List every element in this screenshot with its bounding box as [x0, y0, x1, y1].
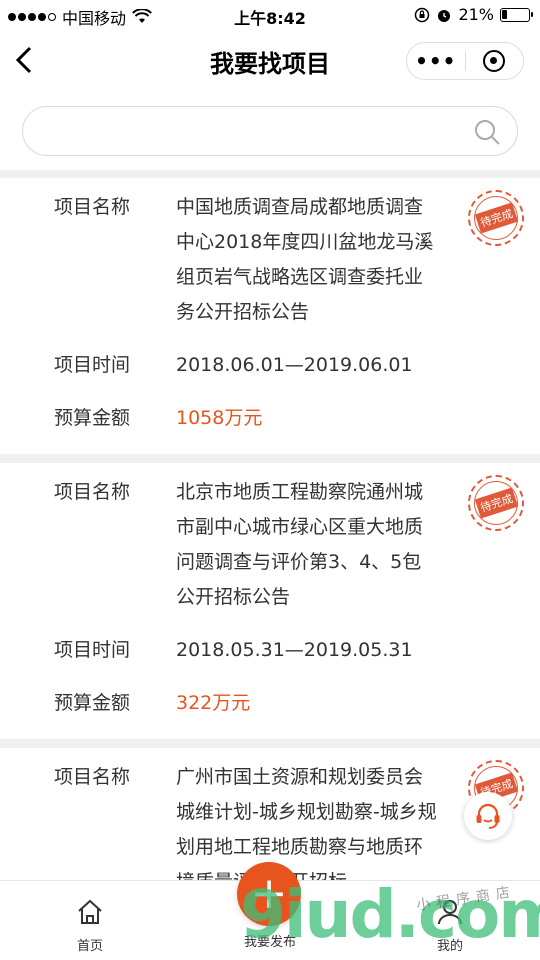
time-row: 项目时间 2018.05.31—2019.05.31: [0, 633, 540, 668]
tab-publish-label: 我要发布: [243, 935, 296, 950]
search-icon[interactable]: [473, 118, 501, 146]
project-name: 北京市地质工程勘察院通州城市副中心城市绿心区重大地质问题调查与评价第3、4、5包…: [176, 481, 424, 608]
customer-service-button[interactable]: [464, 792, 512, 840]
headset-icon: [476, 803, 500, 829]
tab-mine-label: 我的: [436, 939, 463, 954]
project-name: 中国地质调查局成都地质调查中心2018年度四川盆地龙马溪组页岩气战略选区调查委托…: [176, 196, 434, 323]
search-box[interactable]: [22, 106, 518, 156]
status-right: 21%: [414, 5, 533, 24]
status-stamp-text: 待完成: [474, 487, 518, 519]
project-card[interactable]: 项目名称 中国地质调查局成都地质调查中心2018年度四川盆地龙马溪组页岩气战略选…: [0, 178, 540, 454]
project-card[interactable]: 项目名称 北京市地质工程勘察院通州城市副中心城市绿心区重大地质问题调查与评价第3…: [0, 463, 540, 739]
budget-label: 预算金额: [54, 692, 131, 714]
alarm-icon: [438, 9, 451, 22]
status-bar: 中国移动 上午8:42 21%: [0, 0, 540, 30]
nav-bar: 我要找项目 •••: [0, 30, 540, 90]
name-label: 项目名称: [54, 196, 131, 218]
more-dots-icon: •••: [415, 49, 457, 73]
tab-home-label: 首页: [76, 939, 103, 954]
rotation-lock-icon: [415, 7, 430, 22]
budget-row: 预算金额 322万元: [0, 686, 540, 721]
status-stamp: 待完成: [468, 475, 524, 531]
budget-row: 预算金额 1058万元: [0, 401, 540, 436]
project-budget: 1058万元: [176, 407, 263, 429]
project-time: 2018.05.31—2019.05.31: [176, 639, 413, 661]
name-row: 项目名称 中国地质调查局成都地质调查中心2018年度四川盆地龙马溪组页岩气战略选…: [0, 190, 540, 330]
user-icon: [438, 900, 462, 925]
time-row: 项目时间 2018.06.01—2019.06.01: [0, 348, 540, 383]
time-label: 项目时间: [54, 354, 131, 376]
battery-percent: 21%: [458, 5, 494, 24]
close-circle-icon: [483, 50, 506, 72]
publish-button[interactable]: +: [237, 862, 301, 926]
search-section: [0, 90, 540, 170]
miniprogram-capsule: •••: [406, 42, 524, 80]
battery-icon: [500, 7, 533, 22]
tab-home[interactable]: 首页: [30, 881, 150, 960]
name-row: 项目名称 北京市地质工程勘察院通州城市副中心城市绿心区重大地质问题调查与评价第3…: [0, 475, 540, 615]
project-name: 广州市国土资源和规划委员会城维计划-城乡规划勘察-城乡规划用地工程地质勘察与地质…: [176, 766, 437, 893]
name-label: 项目名称: [54, 766, 131, 788]
search-input[interactable]: [43, 117, 463, 145]
home-icon: [78, 899, 102, 924]
plus-icon: +: [250, 868, 288, 919]
name-label: 项目名称: [54, 481, 131, 503]
status-stamp: 待完成: [468, 190, 524, 246]
tab-mine[interactable]: 我的: [390, 881, 510, 960]
more-button[interactable]: •••: [407, 43, 465, 79]
time-label: 项目时间: [54, 639, 131, 661]
close-button[interactable]: [465, 50, 523, 72]
status-stamp-text: 待完成: [474, 202, 518, 234]
budget-label: 预算金额: [54, 407, 131, 429]
project-budget: 322万元: [176, 692, 251, 714]
project-list: 项目名称 中国地质调查局成都地质调查中心2018年度四川盆地龙马溪组页岩气战略选…: [0, 178, 540, 927]
project-time: 2018.06.01—2019.06.01: [176, 354, 413, 376]
